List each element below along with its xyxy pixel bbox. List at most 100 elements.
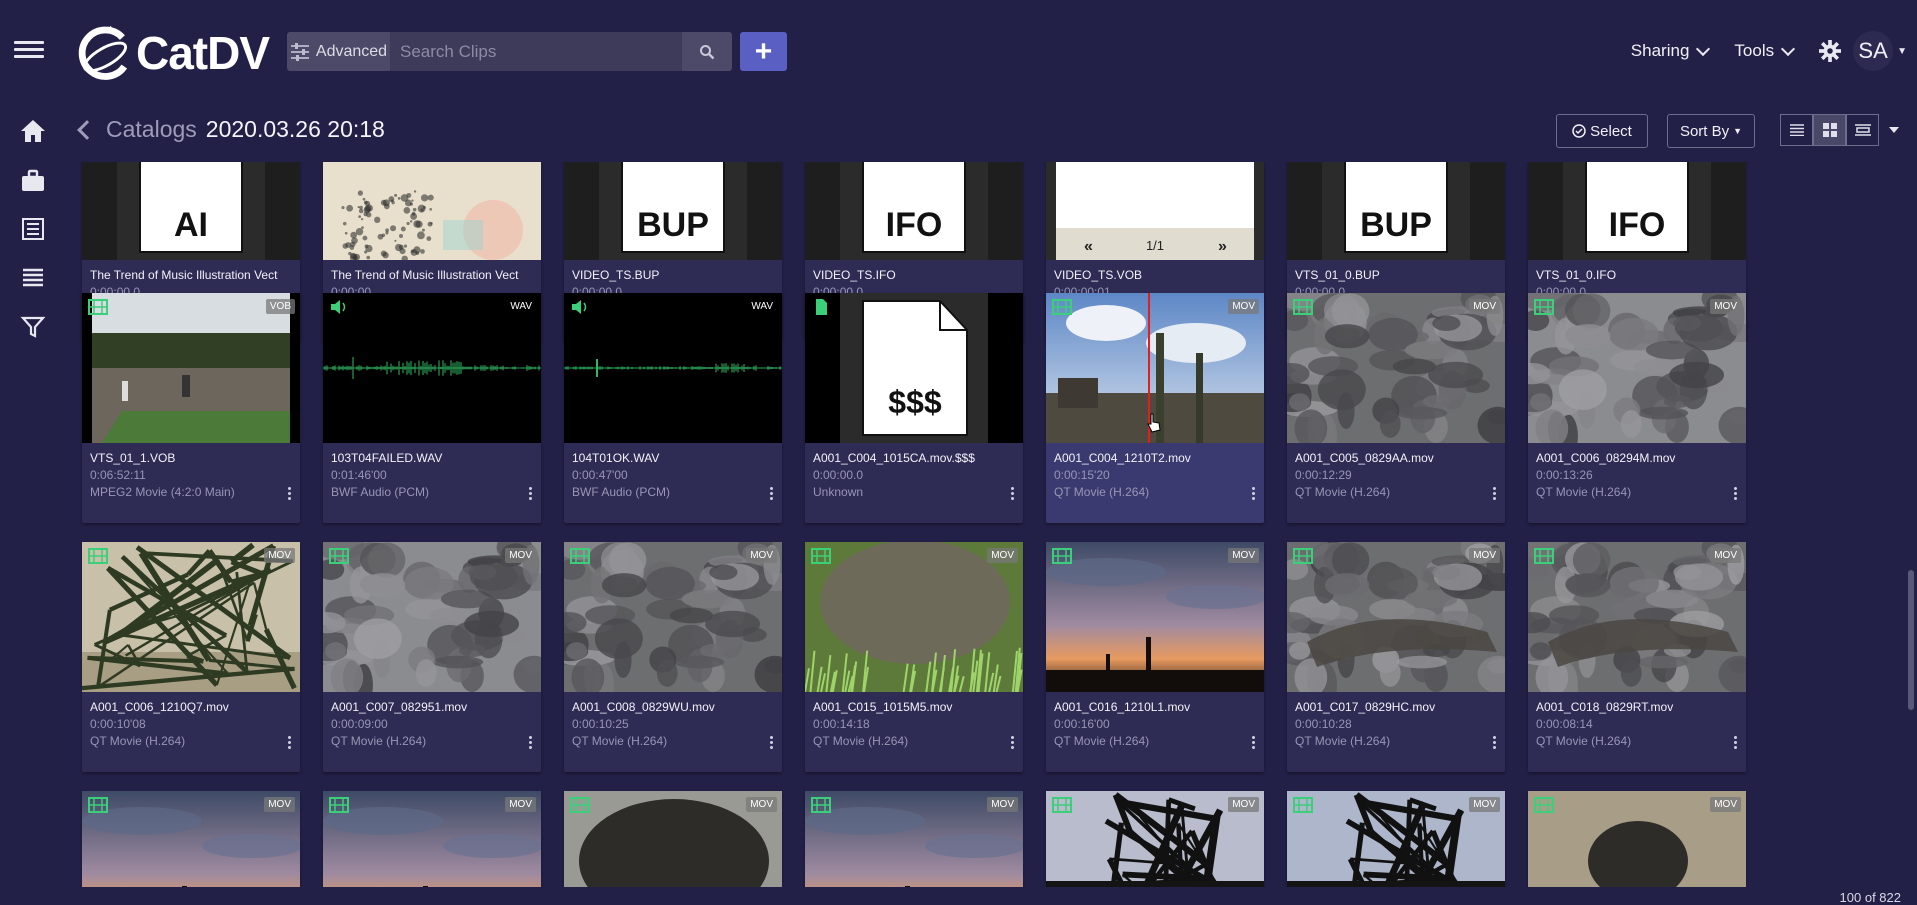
more-options-icon[interactable] bbox=[1011, 736, 1015, 751]
clip-thumbnail[interactable]: WAV bbox=[323, 293, 541, 443]
clip-card[interactable]: MOV bbox=[1046, 791, 1264, 887]
clip-thumbnail[interactable]: AI bbox=[82, 162, 300, 260]
view-options-caret-icon[interactable] bbox=[1889, 127, 1899, 133]
clip-card[interactable]: MOV bbox=[1287, 791, 1505, 887]
clip-thumbnail[interactable]: MOV bbox=[1287, 542, 1505, 692]
clip-thumbnail[interactable]: MOV bbox=[1287, 791, 1505, 887]
filmstrip-view-button[interactable] bbox=[1846, 114, 1879, 146]
add-button[interactable]: + bbox=[740, 32, 787, 71]
clip-thumbnail[interactable]: WAV bbox=[564, 293, 782, 443]
clip-thumbnail[interactable]: IFO bbox=[805, 162, 1023, 260]
clip-name: VIDEO_TS.VOB bbox=[1054, 268, 1143, 282]
clip-thumbnail[interactable] bbox=[323, 162, 541, 260]
scrollbar-thumb[interactable] bbox=[1908, 570, 1914, 710]
clip-thumbnail[interactable]: MOV bbox=[323, 542, 541, 692]
tools-menu[interactable]: Tools bbox=[1734, 41, 1796, 61]
more-options-icon[interactable] bbox=[529, 736, 533, 751]
clip-thumbnail[interactable]: MOV bbox=[564, 791, 782, 887]
clip-name: A001_C018_0829RT.mov bbox=[1536, 700, 1674, 714]
clip-card[interactable]: MOV bbox=[805, 791, 1023, 887]
clip-card[interactable]: MOV A001_C015_1015M5.mov 0:00:14:18 QT Movi… bbox=[805, 542, 1023, 772]
user-menu-caret-icon[interactable]: ▼ bbox=[1897, 46, 1907, 57]
more-options-icon[interactable] bbox=[288, 736, 292, 751]
clip-card[interactable]: MOV bbox=[323, 791, 541, 887]
audio-icon bbox=[572, 300, 587, 314]
clip-card[interactable]: MOV A001_C004_1210T2.mov 0:00:15'20 QT Movi… bbox=[1046, 293, 1264, 523]
clip-card[interactable]: WAV 103T04FAILED.WAV 0:01:46'00 BWF Audio (… bbox=[323, 293, 541, 523]
scrollbar[interactable] bbox=[1907, 162, 1915, 887]
search-button[interactable] bbox=[682, 32, 732, 71]
sharing-menu[interactable]: Sharing bbox=[1631, 41, 1711, 61]
thumbnail-image bbox=[82, 542, 300, 692]
advanced-label: Advanced bbox=[315, 42, 388, 60]
svg-text:1/1: 1/1 bbox=[1146, 238, 1164, 253]
clip-thumbnail[interactable]: MOV bbox=[805, 542, 1023, 692]
clip-thumbnail[interactable]: MOV bbox=[805, 791, 1023, 887]
sort-by-button[interactable]: Sort By ▼ bbox=[1667, 114, 1755, 148]
clip-card[interactable]: MOV A001_C008_0829WU.mov 0:00:10:25 QT Movi… bbox=[564, 542, 782, 772]
clip-thumbnail[interactable]: MOV bbox=[1528, 542, 1746, 692]
clip-duration: 0:00:10:28 bbox=[1295, 717, 1352, 731]
breadcrumb-catalogs-link[interactable]: Catalogs bbox=[106, 116, 197, 143]
clip-thumbnail[interactable]: BUP bbox=[1287, 162, 1505, 260]
clip-card[interactable]: MOV A001_C006_1210Q7.mov 0:00:10'08 QT Movi… bbox=[82, 542, 300, 772]
clip-thumbnail[interactable]: MOV bbox=[323, 791, 541, 887]
more-options-icon[interactable] bbox=[770, 487, 774, 502]
clip-thumbnail[interactable]: BUP bbox=[564, 162, 782, 260]
home-icon[interactable] bbox=[20, 118, 46, 144]
thumbnail-image: IFO bbox=[1528, 162, 1746, 260]
more-options-icon[interactable] bbox=[1734, 487, 1738, 502]
clip-thumbnail[interactable]: MOV bbox=[1046, 542, 1264, 692]
clip-card[interactable]: MOV A001_C018_0829RT.mov 0:00:08:14 QT Movi… bbox=[1528, 542, 1746, 772]
advanced-search-button[interactable]: Advanced bbox=[287, 32, 390, 71]
clip-name: VTS_01_0.BUP bbox=[1295, 268, 1380, 282]
search-input[interactable] bbox=[390, 32, 682, 71]
clip-card[interactable]: MOV bbox=[82, 791, 300, 887]
more-options-icon[interactable] bbox=[1493, 736, 1497, 751]
clip-thumbnail[interactable]: MOV bbox=[1287, 293, 1505, 443]
menu-icon[interactable] bbox=[14, 37, 44, 65]
clip-thumbnail[interactable]: IFO bbox=[1528, 162, 1746, 260]
more-options-icon[interactable] bbox=[529, 487, 533, 502]
more-options-icon[interactable] bbox=[770, 736, 774, 751]
clip-card[interactable]: MOV A001_C005_0829AA.mov 0:00:12:29 QT Movi… bbox=[1287, 293, 1505, 523]
clip-card[interactable]: MOV bbox=[1528, 791, 1746, 887]
clip-card[interactable]: MOV A001_C017_0829HC.mov 0:00:10:28 QT Movi… bbox=[1287, 542, 1505, 772]
clip-thumbnail[interactable]: MOV bbox=[564, 542, 782, 692]
list-view-button[interactable] bbox=[1780, 114, 1813, 146]
clip-thumbnail[interactable]: MOV bbox=[1046, 791, 1264, 887]
clip-card[interactable]: MOV bbox=[564, 791, 782, 887]
back-chevron-icon[interactable] bbox=[77, 119, 97, 140]
thumbnail-image bbox=[805, 542, 1023, 692]
clip-card[interactable]: $$$ A001_C004_1015CA.mov.$$$ 0:00:00.0 Unkn… bbox=[805, 293, 1023, 523]
clip-card[interactable]: MOV A001_C016_1210L1.mov 0:00:16'00 QT Movi… bbox=[1046, 542, 1264, 772]
clip-name: VIDEO_TS.BUP bbox=[572, 268, 660, 282]
clip-thumbnail[interactable]: $$$ bbox=[805, 293, 1023, 443]
gear-icon[interactable] bbox=[1819, 40, 1842, 62]
clip-thumbnail[interactable]: MOV bbox=[1528, 293, 1746, 443]
catdv-logo[interactable]: CatDV bbox=[76, 22, 270, 84]
clip-duration: 0:00:08:14 bbox=[1536, 717, 1593, 731]
clip-thumbnail[interactable]: MOV bbox=[1528, 791, 1746, 887]
clip-type: QT Movie (H.264) bbox=[90, 734, 186, 748]
clip-card[interactable]: VOB VTS_01_1.VOB 0:06:52:11 MPEG2 Movie (4:… bbox=[82, 293, 300, 523]
user-avatar[interactable]: SA bbox=[1853, 31, 1894, 71]
clip-card[interactable]: MOV A001_C006_08294M.mov 0:00:13:26 QT Movi… bbox=[1528, 293, 1746, 523]
grid-view-button[interactable] bbox=[1813, 114, 1846, 146]
more-options-icon[interactable] bbox=[1493, 487, 1497, 502]
film-icon bbox=[1293, 797, 1313, 813]
select-button[interactable]: Select bbox=[1556, 114, 1648, 148]
more-options-icon[interactable] bbox=[1252, 487, 1256, 502]
clip-thumbnail[interactable]: 1/1 « » bbox=[1046, 162, 1264, 260]
clip-card[interactable]: WAV 104T01OK.WAV 0:00:47'00 BWF Audio (PCM) bbox=[564, 293, 782, 523]
clip-thumbnail[interactable]: MOV bbox=[82, 791, 300, 887]
clip-thumbnail[interactable]: VOB bbox=[82, 293, 300, 443]
svg-text:BUP: BUP bbox=[1360, 206, 1432, 244]
more-options-icon[interactable] bbox=[1011, 487, 1015, 502]
clip-card[interactable]: MOV A001_C007_082951.mov 0:00:09:00 QT Movi… bbox=[323, 542, 541, 772]
more-options-icon[interactable] bbox=[1252, 736, 1256, 751]
clip-thumbnail[interactable]: MOV bbox=[82, 542, 300, 692]
more-options-icon[interactable] bbox=[1734, 736, 1738, 751]
search-bar: Advanced bbox=[287, 32, 732, 71]
more-options-icon[interactable] bbox=[288, 487, 292, 502]
